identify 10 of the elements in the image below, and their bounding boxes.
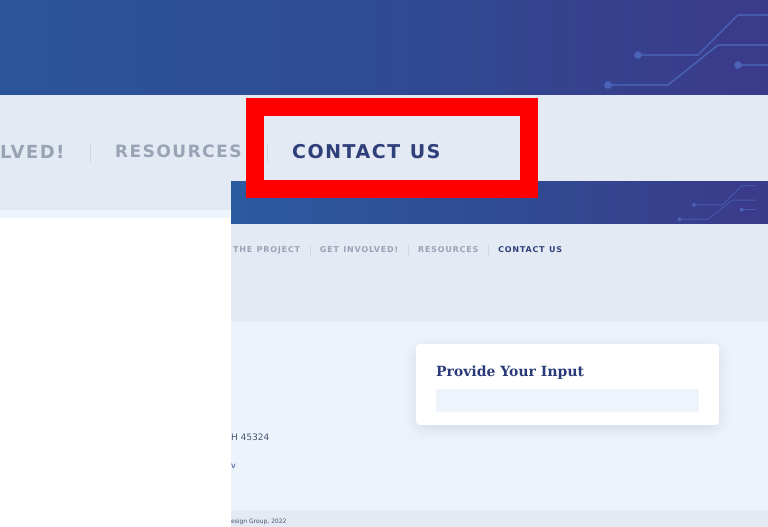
nav-link[interactable]: GET INVOLVED!: [320, 244, 399, 256]
nav-link[interactable]: THE PROJECT: [233, 244, 301, 256]
card-title: Provide Your Input: [436, 363, 585, 382]
link[interactable]: v: [231, 460, 416, 472]
address-text: H 45324: [231, 432, 270, 445]
nav-link[interactable]: LVED!: [0, 139, 66, 166]
nav-link[interactable]: RESOURCES: [114, 140, 244, 166]
nav-link[interactable]: CONTACT US: [292, 138, 442, 167]
nav-link[interactable]: CONTACT US: [498, 244, 563, 256]
nav-link[interactable]: RESOURCES: [418, 244, 480, 256]
